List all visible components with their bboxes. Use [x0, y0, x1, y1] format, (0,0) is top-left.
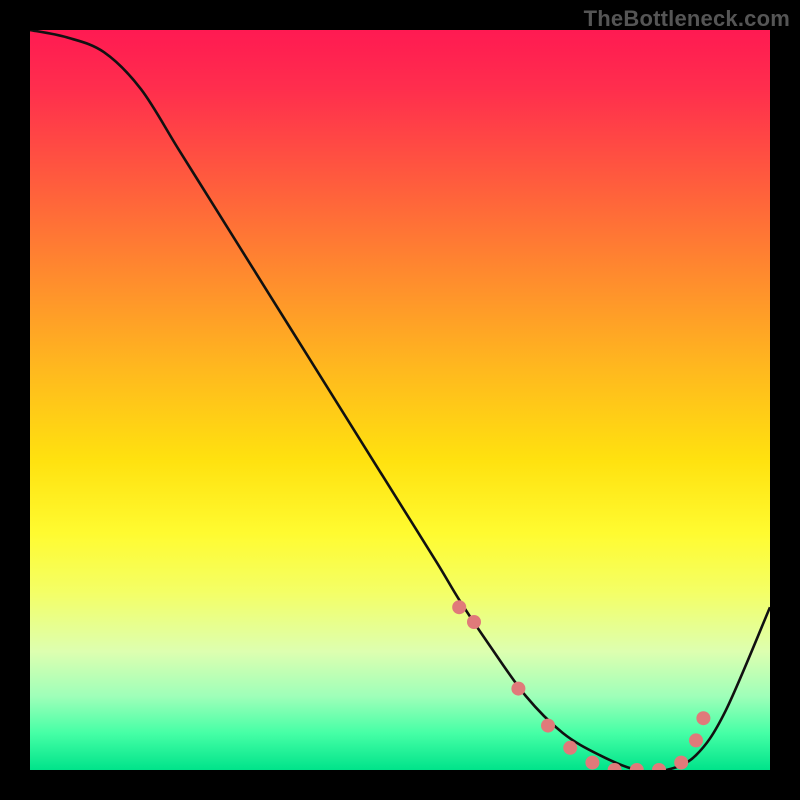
- marker-dot: [563, 741, 577, 755]
- watermark-text: TheBottleneck.com: [584, 6, 790, 32]
- marker-dot: [541, 719, 555, 733]
- chart-frame: TheBottleneck.com: [0, 0, 800, 800]
- marker-dot: [630, 763, 644, 770]
- marker-dot: [674, 756, 688, 770]
- bottleneck-curve: [30, 30, 770, 770]
- plot-area: [30, 30, 770, 770]
- marker-dot: [452, 600, 466, 614]
- marker-dot: [511, 682, 525, 696]
- curve-svg: [30, 30, 770, 770]
- marker-dot: [585, 756, 599, 770]
- marker-dot: [689, 733, 703, 747]
- marker-dot: [652, 763, 666, 770]
- marker-dot: [696, 711, 710, 725]
- marker-dot: [467, 615, 481, 629]
